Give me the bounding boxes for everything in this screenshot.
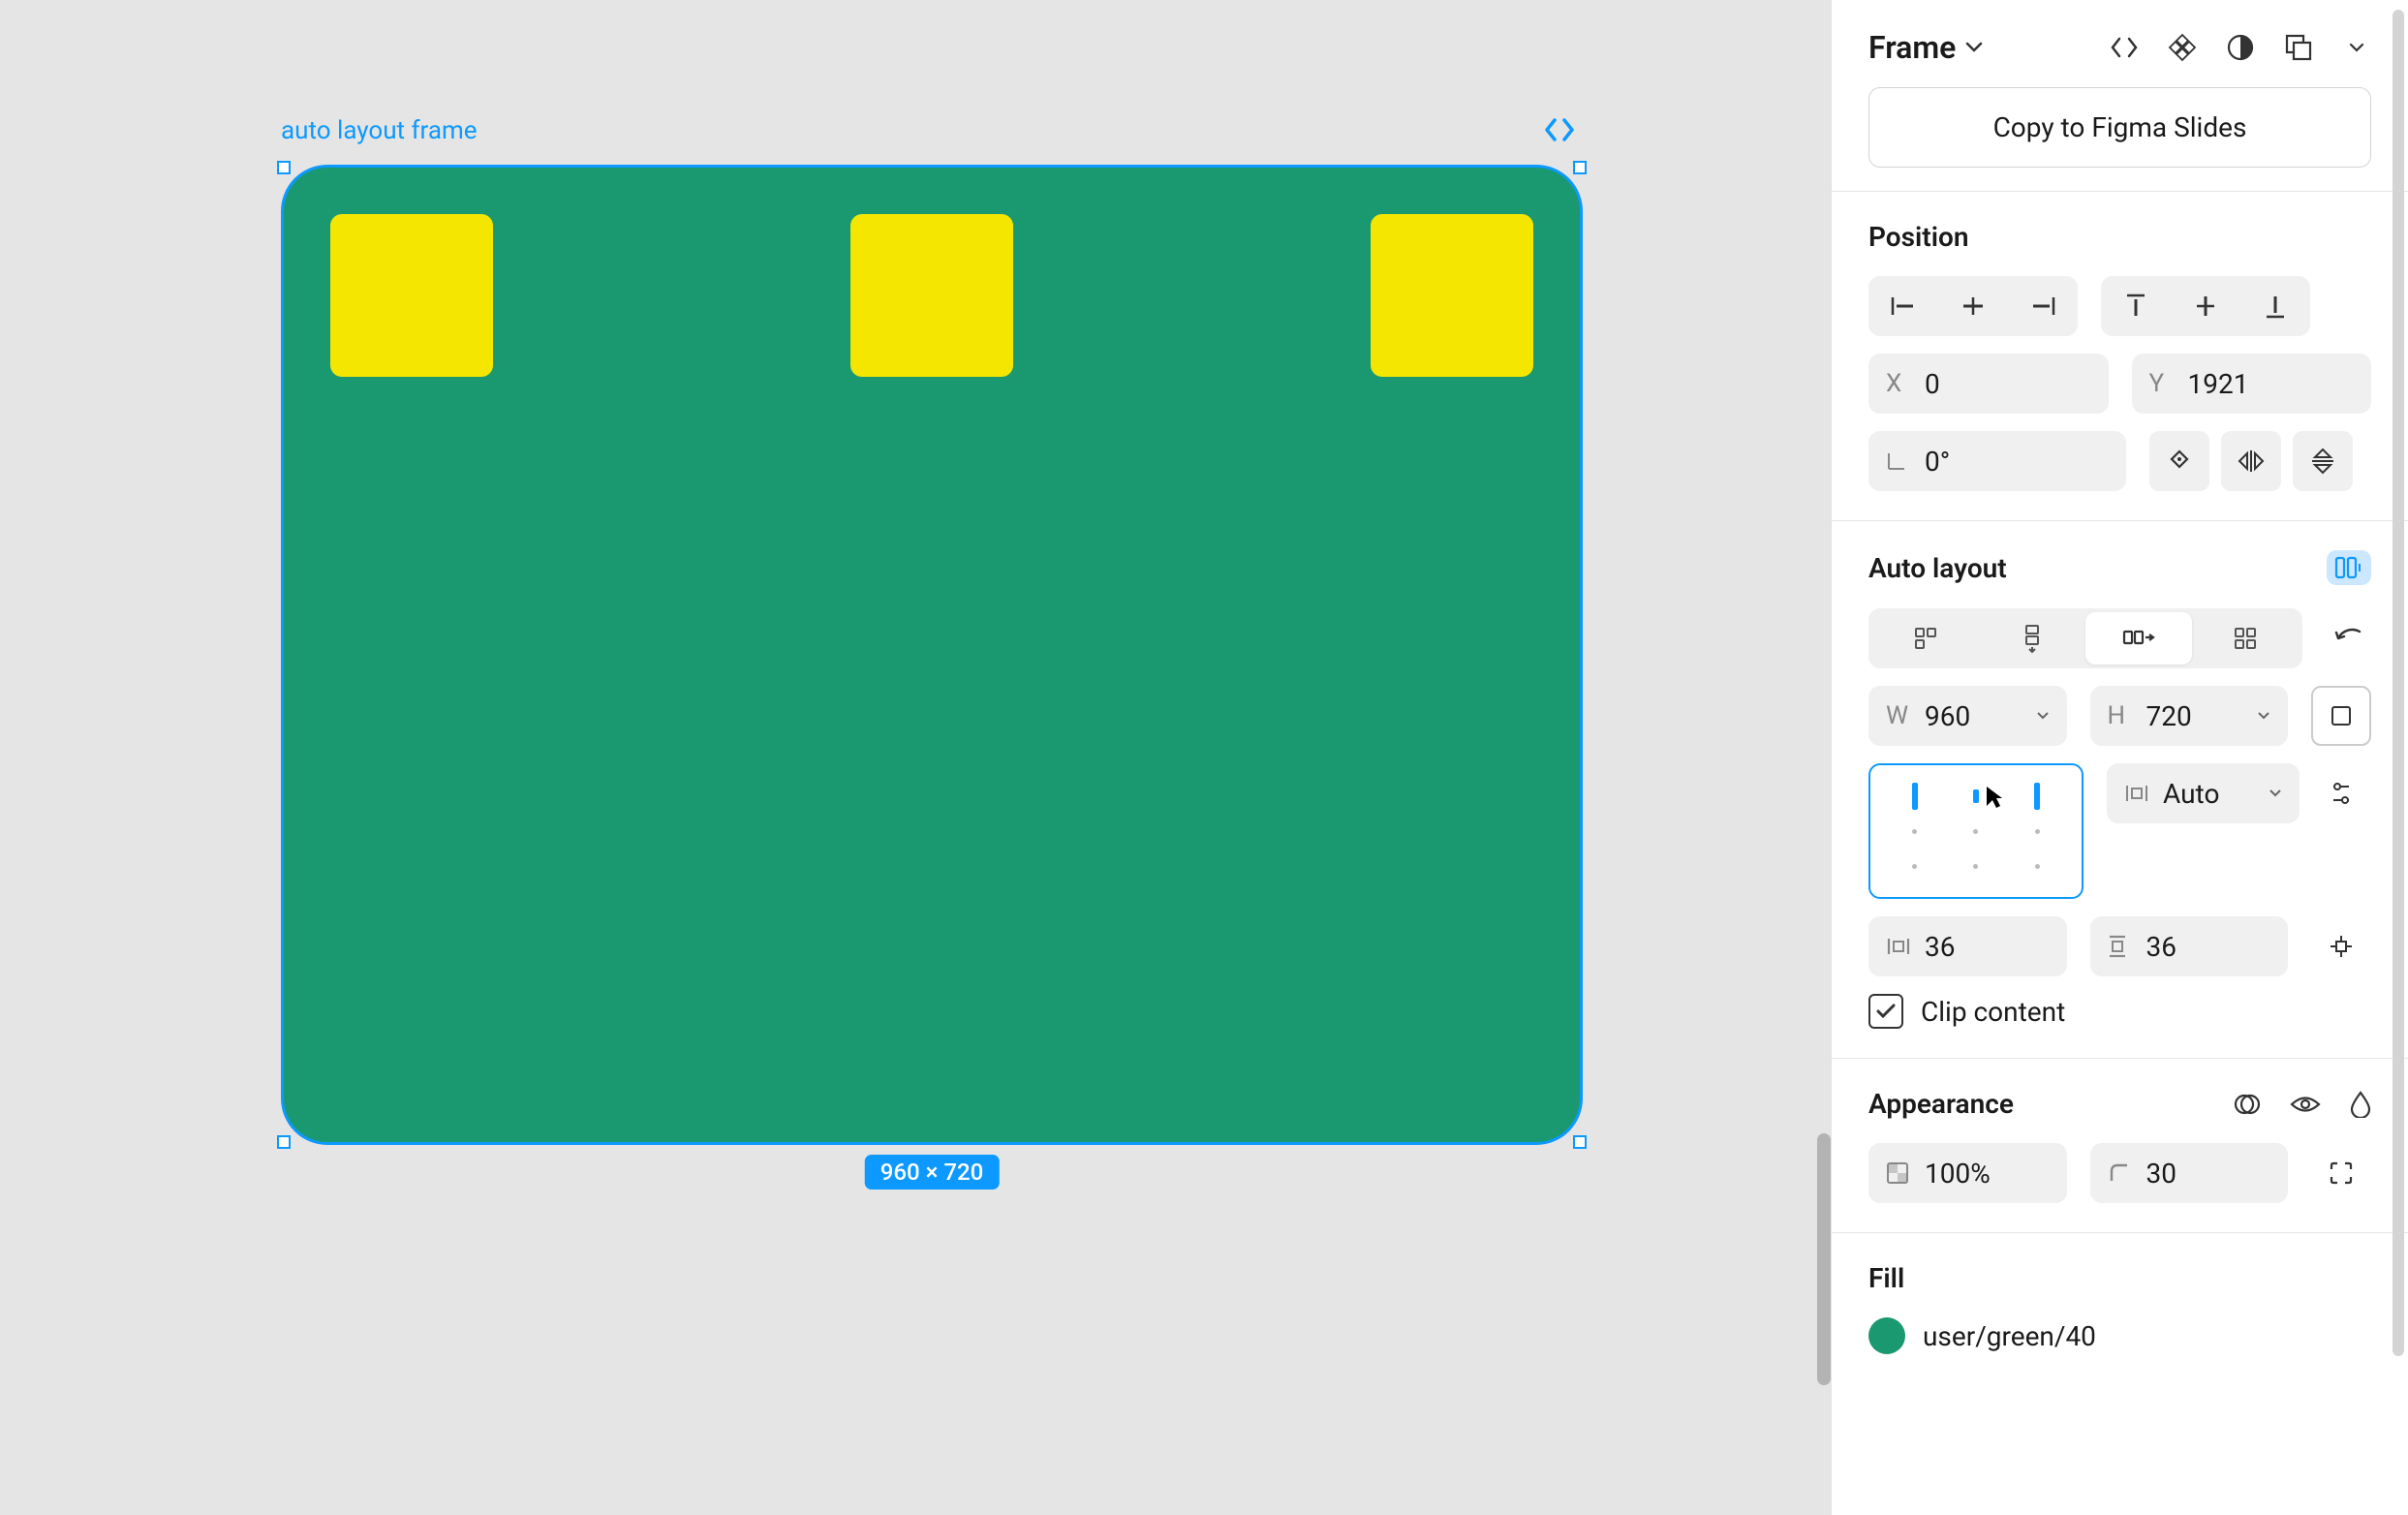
cursor-icon <box>1985 785 2004 810</box>
child-rect-3[interactable] <box>1371 214 1533 377</box>
component-icon[interactable] <box>2168 33 2197 62</box>
appearance-title: Appearance <box>1868 1088 2234 1120</box>
inspector-header: Frame <box>1832 0 2408 87</box>
selection-handle-tr[interactable] <box>1573 161 1587 174</box>
contrast-icon[interactable] <box>2226 33 2255 62</box>
alignment-grid[interactable] <box>1868 763 2084 899</box>
align-horizontal-group <box>1868 276 2078 336</box>
copy-to-slides-button[interactable]: Copy to Figma Slides <box>1868 87 2371 168</box>
position-section: Position X 0 Y 1921 <box>1832 192 2408 520</box>
corner-radius-field[interactable]: 30 <box>2090 1143 2289 1203</box>
clip-content-row[interactable]: Clip content <box>1868 994 2371 1029</box>
chevron-down-icon[interactable] <box>1965 42 1983 53</box>
align-top-button[interactable] <box>2101 276 2171 336</box>
rotation-value: 0° <box>1925 446 2109 478</box>
layout-horizontal-button[interactable] <box>2085 612 2192 665</box>
selected-frame-wrapper: auto layout frame 960 × 720 <box>281 165 1583 1145</box>
chevron-down-icon[interactable] <box>2257 711 2270 721</box>
angle-icon <box>1886 450 1911 472</box>
layout-direction-group <box>1868 608 2302 668</box>
transform-rotate-button[interactable] <box>2149 431 2209 491</box>
align-vcenter-button[interactable] <box>2171 276 2240 336</box>
individual-corners-button[interactable] <box>2311 1143 2371 1203</box>
flip-vertical-button[interactable] <box>2293 431 2353 491</box>
boolean-icon[interactable] <box>2284 33 2313 62</box>
h-label: H <box>2108 701 2133 730</box>
y-label: Y <box>2149 369 2175 398</box>
align-left-button[interactable] <box>1868 276 1938 336</box>
child-rect-2[interactable] <box>850 214 1013 377</box>
auto-layout-title: Auto layout <box>1868 552 2327 584</box>
fill-title: Fill <box>1868 1262 2371 1294</box>
x-label: X <box>1886 369 1911 398</box>
chevron-down-icon[interactable] <box>2342 33 2371 62</box>
auto-layout-section: Auto layout W 960 H 720 <box>1832 521 2408 1058</box>
frame-code-icon[interactable] <box>1544 116 1575 143</box>
rotation-field[interactable]: 0° <box>1868 431 2126 491</box>
w-value: 960 <box>1925 700 2022 732</box>
padding-horizontal-field[interactable]: 36 <box>1868 916 2067 976</box>
layout-vertical-button[interactable] <box>1979 612 2085 665</box>
opacity-icon <box>1886 1161 1911 1185</box>
width-field[interactable]: W 960 <box>1868 686 2067 746</box>
gap-icon <box>2124 784 2149 803</box>
selection-handle-tl[interactable] <box>277 161 291 174</box>
clip-content-checkbox[interactable] <box>1868 994 1903 1029</box>
position-title: Position <box>1868 221 2371 253</box>
canvas-scrollbar-thumb[interactable] <box>1817 1133 1831 1385</box>
auto-layout-frame[interactable] <box>281 165 1583 1145</box>
padding-individual-button[interactable] <box>2311 916 2371 976</box>
corner-radius-icon <box>2108 1161 2133 1185</box>
align-vertical-group <box>2101 276 2310 336</box>
padding-v-value: 36 <box>2146 931 2271 963</box>
align-right-button[interactable] <box>2008 276 2078 336</box>
padding-v-icon <box>2108 934 2133 959</box>
blend-mode-icon[interactable] <box>2234 1091 2261 1118</box>
opacity-value: 100% <box>1925 1158 2050 1190</box>
padding-vertical-field[interactable]: 36 <box>2090 916 2289 976</box>
gap-field[interactable]: Auto <box>2107 763 2300 823</box>
child-rect-1[interactable] <box>330 214 493 377</box>
layout-remove-button[interactable] <box>1872 612 1979 665</box>
fill-swatch[interactable] <box>1868 1317 1905 1354</box>
dev-mode-icon[interactable] <box>2110 33 2139 62</box>
align-bottom-button[interactable] <box>2240 276 2310 336</box>
auto-layout-toggle[interactable] <box>2327 550 2371 585</box>
dimensions-badge: 960 × 720 <box>865 1155 1000 1190</box>
corner-radius-value: 30 <box>2146 1158 2271 1190</box>
inspector-scrollbar-thumb[interactable] <box>2393 10 2404 1356</box>
gap-value: Auto <box>2163 778 2255 810</box>
padding-h-value: 36 <box>1925 931 2050 963</box>
position-x-field[interactable]: X 0 <box>1868 354 2109 414</box>
padding-h-icon <box>1886 937 1911 956</box>
layout-wrap-button[interactable] <box>2192 612 2299 665</box>
x-value: 0 <box>1925 368 2091 400</box>
align-hcenter-button[interactable] <box>1938 276 2008 336</box>
frame-label[interactable]: auto layout frame <box>281 116 478 145</box>
visibility-icon[interactable] <box>2290 1094 2321 1115</box>
canvas[interactable]: auto layout frame 960 × 720 <box>0 0 1831 1515</box>
fill-section: Fill user/green/40 <box>1832 1233 2408 1364</box>
frame-type-dropdown[interactable]: Frame <box>1868 29 1956 66</box>
selection-handle-bl[interactable] <box>277 1135 291 1149</box>
height-field[interactable]: H 720 <box>2090 686 2289 746</box>
clip-content-label: Clip content <box>1921 996 2065 1028</box>
opacity-field[interactable]: 100% <box>1868 1143 2067 1203</box>
fill-color-row[interactable]: user/green/40 <box>1868 1317 2371 1354</box>
resize-to-fit-button[interactable] <box>2311 686 2371 746</box>
y-value: 1921 <box>2188 368 2355 400</box>
selection-handle-br[interactable] <box>1573 1135 1587 1149</box>
appearance-section: Appearance 100% 30 <box>1832 1059 2408 1232</box>
w-label: W <box>1886 701 1911 730</box>
layout-more-button[interactable] <box>2326 608 2371 668</box>
chevron-down-icon[interactable] <box>2036 711 2050 721</box>
h-value: 720 <box>2146 700 2244 732</box>
gap-settings-button[interactable] <box>2311 763 2371 823</box>
flip-horizontal-button[interactable] <box>2221 431 2281 491</box>
position-y-field[interactable]: Y 1921 <box>2132 354 2372 414</box>
fill-color-name: user/green/40 <box>1923 1320 2096 1352</box>
droplet-icon[interactable] <box>2350 1091 2371 1118</box>
inspector-panel: Frame Copy to Figma Slides Position <box>1831 0 2408 1515</box>
chevron-down-icon[interactable] <box>2269 788 2282 798</box>
